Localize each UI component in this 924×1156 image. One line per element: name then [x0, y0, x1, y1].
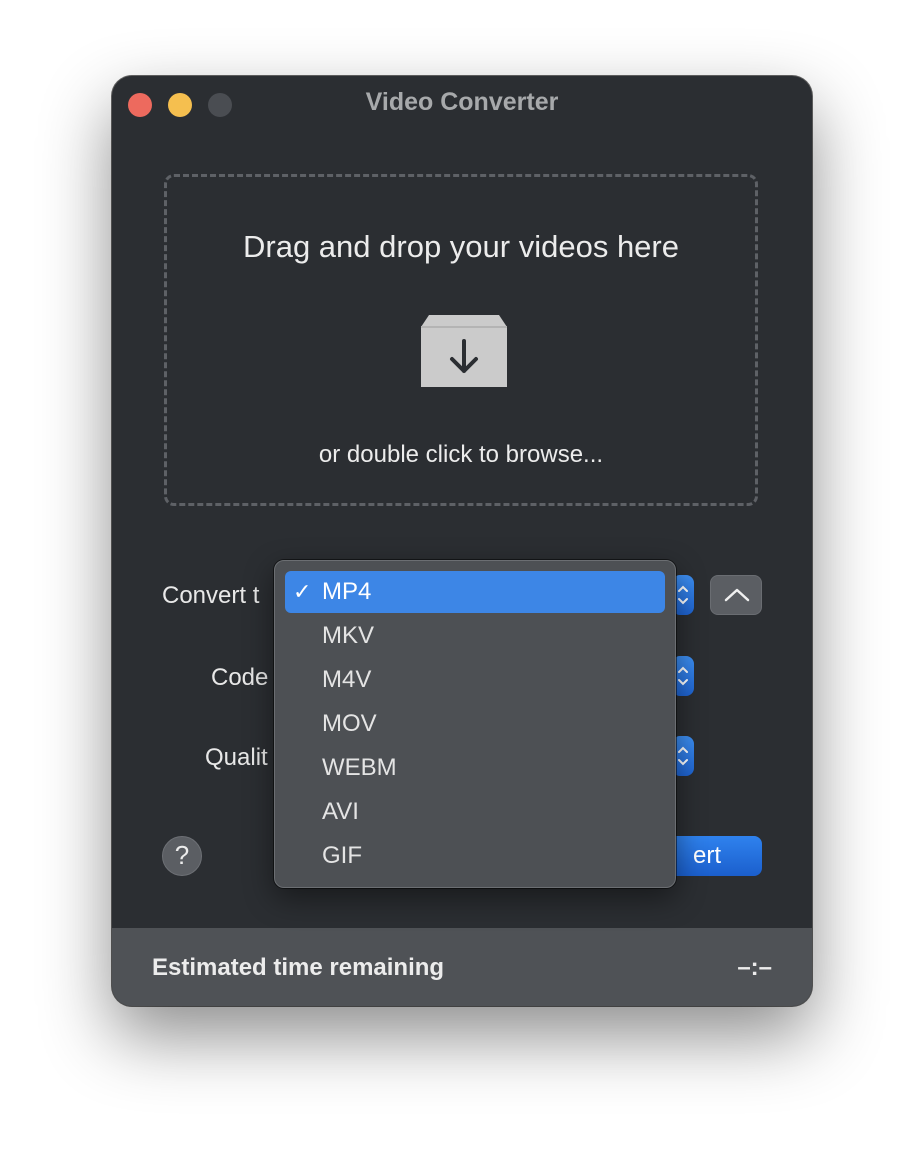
status-footer: Estimated time remaining –:–: [112, 928, 812, 1006]
menu-item-label: M4V: [322, 666, 372, 693]
format-option-gif[interactable]: GIF: [285, 835, 665, 877]
up-down-chevron-icon: [678, 666, 688, 686]
download-box-icon: [421, 315, 507, 387]
quality-label: Qualit: [205, 744, 268, 771]
convert-to-label: Convert t: [162, 582, 260, 609]
menu-item-label: MP4: [322, 578, 372, 605]
chevron-up-icon: [724, 588, 750, 602]
format-option-webm[interactable]: WEBM: [285, 747, 665, 789]
format-option-mkv[interactable]: MKV: [285, 615, 665, 657]
drop-zone-browse-hint: or double click to browse...: [318, 441, 604, 468]
format-option-mp4[interactable]: ✓ MP4: [285, 571, 665, 613]
title-bar: Video Converter: [112, 76, 812, 132]
video-drop-zone[interactable]: Drag and drop your videos here or double…: [164, 174, 758, 506]
format-option-avi[interactable]: AVI: [285, 791, 665, 833]
estimated-time-label: Estimated time remaining: [152, 954, 445, 981]
collapse-options-button[interactable]: [710, 575, 762, 615]
format-option-mov[interactable]: MOV: [285, 703, 665, 745]
up-down-chevron-icon: [678, 585, 688, 605]
up-down-chevron-icon: [678, 746, 688, 766]
menu-item-label: MOV: [322, 710, 377, 737]
window-title: Video Converter: [365, 88, 559, 116]
help-button[interactable]: ?: [162, 836, 202, 876]
codec-label: Code: [211, 664, 269, 691]
drop-zone-heading: Drag and drop your videos here: [243, 229, 679, 264]
format-option-m4v[interactable]: M4V: [285, 659, 665, 701]
format-popup-menu: ✓ MP4 MKV M4V MOV WEBM AVI GIF: [274, 560, 676, 888]
checkmark-icon: ✓: [293, 579, 312, 604]
estimated-time-value: –:–: [737, 954, 772, 981]
menu-item-label: GIF: [322, 842, 362, 869]
menu-item-label: WEBM: [322, 754, 397, 781]
menu-item-label: AVI: [322, 798, 359, 825]
menu-item-label: MKV: [322, 622, 375, 649]
